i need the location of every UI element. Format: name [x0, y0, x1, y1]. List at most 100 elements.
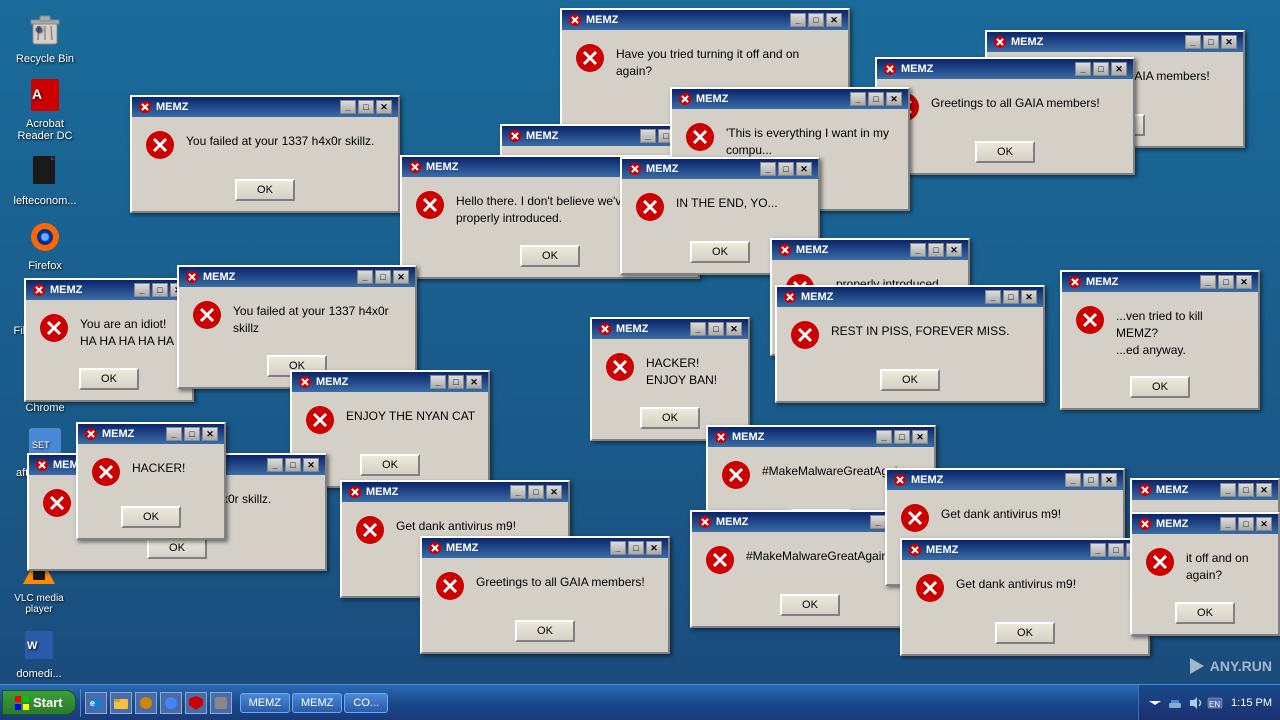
ok-button[interactable]: OK	[780, 594, 840, 616]
taskbar-item-1[interactable]: MEMZ	[240, 693, 290, 713]
maximize-button[interactable]: □	[528, 485, 544, 499]
maximize-button[interactable]: □	[1083, 473, 1099, 487]
maximize-button[interactable]: □	[1238, 517, 1254, 531]
close-button[interactable]: ✕	[1256, 483, 1272, 497]
maximize-button[interactable]: □	[1003, 290, 1019, 304]
minimize-button[interactable]: _	[610, 541, 626, 555]
minimize-button[interactable]: _	[910, 243, 926, 257]
dialog-d24[interactable]: MEMZ _ □ ✕ it off and on again? OK	[1130, 512, 1280, 636]
ok-button[interactable]: OK	[360, 454, 420, 476]
minimize-button[interactable]: _	[510, 485, 526, 499]
close-button[interactable]: ✕	[202, 427, 218, 441]
dialog-d13[interactable]: MEMZ _ □ ✕ ...ven tried to kill MEMZ?...…	[1060, 270, 1260, 410]
maximize-button[interactable]: □	[448, 375, 464, 389]
ok-button[interactable]: OK	[1130, 376, 1190, 398]
close-button[interactable]: ✕	[376, 100, 392, 114]
ok-button[interactable]: OK	[147, 537, 207, 559]
maximize-button[interactable]: □	[375, 270, 391, 284]
ok-button[interactable]: OK	[640, 407, 700, 429]
minimize-button[interactable]: _	[1185, 35, 1201, 49]
minimize-button[interactable]: _	[760, 162, 776, 176]
tray-expand-icon[interactable]	[1147, 695, 1163, 711]
close-button[interactable]: ✕	[912, 430, 928, 444]
close-button[interactable]: ✕	[796, 162, 812, 176]
minimize-button[interactable]: _	[267, 458, 283, 472]
minimize-button[interactable]: _	[1220, 517, 1236, 531]
ok-button[interactable]: OK	[520, 245, 580, 267]
maximize-button[interactable]: □	[1108, 543, 1124, 557]
minimize-button[interactable]: _	[1065, 473, 1081, 487]
close-button[interactable]: ✕	[946, 243, 962, 257]
ok-button[interactable]: OK	[79, 368, 139, 390]
dialog-d22[interactable]: MEMZ _ □ ✕ Get dank antivirus m9! OK	[900, 538, 1150, 656]
close-button[interactable]: ✕	[1101, 473, 1117, 487]
close-button[interactable]: ✕	[826, 13, 842, 27]
dialog-d4[interactable]: MEMZ _ □ ✕ Greetings to all GAIA members…	[875, 57, 1135, 175]
taskbar-media-icon[interactable]	[135, 692, 157, 714]
ok-button[interactable]: OK	[880, 369, 940, 391]
maximize-button[interactable]: □	[1238, 483, 1254, 497]
maximize-button[interactable]: □	[184, 427, 200, 441]
ok-button[interactable]: OK	[515, 620, 575, 642]
minimize-button[interactable]: _	[870, 515, 886, 529]
maximize-button[interactable]: □	[808, 13, 824, 27]
minimize-button[interactable]: _	[134, 283, 150, 297]
maximize-button[interactable]: □	[894, 430, 910, 444]
ok-button[interactable]: OK	[690, 241, 750, 263]
minimize-button[interactable]: _	[1220, 483, 1236, 497]
maximize-button[interactable]: □	[928, 243, 944, 257]
minimize-button[interactable]: _	[790, 13, 806, 27]
ok-button[interactable]: OK	[235, 179, 295, 201]
maximize-button[interactable]: □	[1203, 35, 1219, 49]
close-button[interactable]: ✕	[1111, 62, 1127, 76]
close-button[interactable]: ✕	[886, 92, 902, 106]
close-button[interactable]: ✕	[303, 458, 319, 472]
minimize-button[interactable]: _	[166, 427, 182, 441]
dialog-d10[interactable]: MEMZ _ □ ✕ You are an idiot!HA HA HA HA …	[24, 278, 194, 402]
minimize-button[interactable]: _	[1200, 275, 1216, 289]
maximize-button[interactable]: □	[778, 162, 794, 176]
dialog-d15[interactable]: MEMZ _ □ ✕ HACKER!ENJOY BAN! OK	[590, 317, 750, 441]
close-button[interactable]: ✕	[1236, 275, 1252, 289]
close-button[interactable]: ✕	[646, 541, 662, 555]
domedi-icon[interactable]: W domedi...	[4, 625, 74, 680]
minimize-button[interactable]: _	[340, 100, 356, 114]
minimize-button[interactable]: _	[640, 129, 656, 143]
taskbar-item-2[interactable]: MEMZ	[292, 693, 342, 713]
dialog-d25[interactable]: MEMZ _ □ ✕ HACKER! OK	[76, 422, 226, 540]
taskbar-settings-icon[interactable]	[210, 692, 232, 714]
ok-button[interactable]: OK	[995, 622, 1055, 644]
taskbar-folder-icon[interactable]	[110, 692, 132, 714]
ok-button[interactable]: OK	[1175, 602, 1235, 624]
minimize-button[interactable]: _	[1090, 543, 1106, 557]
firefox-icon[interactable]: Firefox	[10, 217, 80, 272]
dialog-d2[interactable]: MEMZ _ □ ✕ You failed at your 1337 h4x0r…	[130, 95, 400, 213]
ok-button[interactable]: OK	[975, 141, 1035, 163]
taskbar-item-3[interactable]: CO...	[344, 693, 388, 713]
minimize-button[interactable]: _	[985, 290, 1001, 304]
minimize-button[interactable]: _	[690, 322, 706, 336]
maximize-button[interactable]: □	[868, 92, 884, 106]
ok-button[interactable]: OK	[121, 506, 181, 528]
acrobat-icon[interactable]: A Acrobat Reader DC	[10, 75, 80, 142]
minimize-button[interactable]: _	[430, 375, 446, 389]
maximize-button[interactable]: □	[285, 458, 301, 472]
dialog-d12[interactable]: MEMZ _ □ ✕ REST IN PISS, FOREVER MISS. O…	[775, 285, 1045, 403]
close-button[interactable]: ✕	[1221, 35, 1237, 49]
start-button[interactable]: Start	[2, 690, 76, 715]
taskbar-chrome-icon[interactable]	[160, 692, 182, 714]
maximize-button[interactable]: □	[358, 100, 374, 114]
taskbar-shield-icon[interactable]	[185, 692, 207, 714]
maximize-button[interactable]: □	[628, 541, 644, 555]
minimize-button[interactable]: _	[876, 430, 892, 444]
close-button[interactable]: ✕	[546, 485, 562, 499]
taskbar-ie-icon[interactable]: e	[85, 692, 107, 714]
recycle-bin-icon[interactable]: ♻ Recycle Bin	[10, 10, 80, 65]
maximize-button[interactable]: □	[152, 283, 168, 297]
minimize-button[interactable]: _	[850, 92, 866, 106]
close-button[interactable]: ✕	[466, 375, 482, 389]
maximize-button[interactable]: □	[1218, 275, 1234, 289]
minimize-button[interactable]: _	[357, 270, 373, 284]
maximize-button[interactable]: □	[1093, 62, 1109, 76]
lefteconom-icon[interactable]: lefteconom...	[10, 152, 80, 207]
